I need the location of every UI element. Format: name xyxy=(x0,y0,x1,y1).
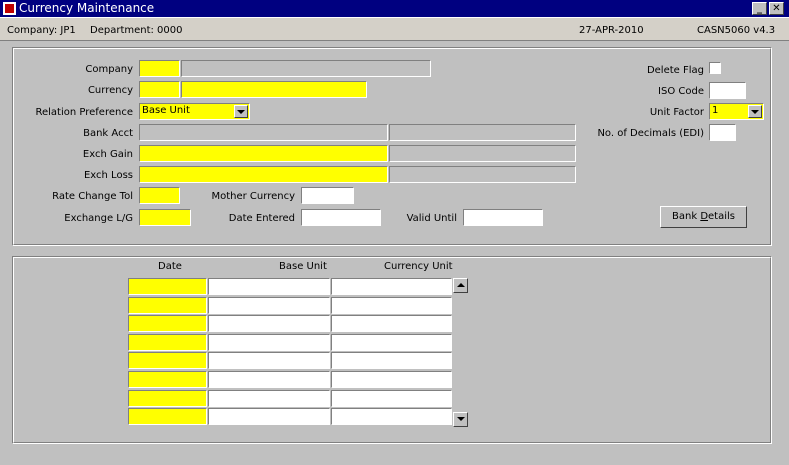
program-version: CASN5060 v4.3 xyxy=(697,25,776,36)
current-date: 27-APR-2010 xyxy=(579,25,644,36)
date-cell[interactable] xyxy=(128,352,207,370)
iso-code-label: ISO Code xyxy=(658,86,704,97)
decimals-field[interactable] xyxy=(709,124,736,141)
currency-unit-cell[interactable] xyxy=(331,389,452,407)
exch-gain-desc-field xyxy=(389,145,576,162)
exch-gain-label: Exch Gain xyxy=(82,149,133,160)
bank-acct-desc-field xyxy=(389,124,576,141)
base-unit-cell[interactable] xyxy=(208,352,330,370)
relation-preference-label: Relation Preference xyxy=(35,107,134,118)
base-unit-column-header: Base Unit xyxy=(279,261,327,272)
delete-flag-label: Delete Flag xyxy=(646,65,704,76)
minimize-button[interactable]: _ xyxy=(752,2,767,15)
currency-unit-column-header: Currency Unit xyxy=(384,261,453,272)
currency-name-field[interactable] xyxy=(181,81,367,98)
exch-gain-field[interactable] xyxy=(139,145,388,162)
date-cell[interactable] xyxy=(128,408,207,426)
minimize-icon: _ xyxy=(757,3,762,14)
relation-preference-value: Base Unit xyxy=(142,105,190,116)
date-cell[interactable] xyxy=(128,296,207,314)
window-title: Currency Maintenance xyxy=(19,1,155,15)
date-entered-label: Date Entered xyxy=(228,213,295,224)
unit-factor-select[interactable]: 1 xyxy=(709,103,764,120)
mother-currency-label: Mother Currency xyxy=(211,191,295,202)
date-cell[interactable] xyxy=(128,389,207,407)
exch-loss-label: Exch Loss xyxy=(83,170,133,181)
exchange-lg-label: Exchange L/G xyxy=(64,213,133,224)
date-column-header: Date xyxy=(158,261,182,272)
bank-acct-field xyxy=(139,124,388,141)
base-unit-cell[interactable] xyxy=(208,278,330,295)
date-cell[interactable] xyxy=(128,315,207,333)
delete-flag-checkbox[interactable] xyxy=(709,62,721,74)
title-bar: Currency Maintenance _ ✕ xyxy=(0,0,789,17)
company-label: Company xyxy=(85,64,133,75)
currency-unit-cell[interactable] xyxy=(331,352,452,370)
company-name-field xyxy=(181,60,431,77)
department-info: Department: 0000 xyxy=(90,25,183,36)
chevron-down-icon[interactable] xyxy=(748,105,762,118)
base-unit-cell[interactable] xyxy=(208,333,330,351)
currency-field[interactable] xyxy=(139,81,180,98)
exchange-lg-field[interactable] xyxy=(139,209,191,226)
company-field[interactable] xyxy=(139,60,180,77)
info-strip: Company: JP1 Department: 0000 27-APR-201… xyxy=(0,17,789,41)
exch-loss-desc-field xyxy=(389,166,576,183)
rate-change-tol-field[interactable] xyxy=(139,187,180,204)
valid-until-field[interactable] xyxy=(463,209,543,226)
unit-factor-value: 1 xyxy=(712,105,719,116)
currency-unit-cell[interactable] xyxy=(331,278,452,295)
close-icon: ✕ xyxy=(772,3,781,14)
rates-scrollbar[interactable] xyxy=(453,278,469,427)
company-info: Company: JP1 xyxy=(7,25,76,36)
bank-details-button[interactable]: Bank Details xyxy=(660,206,747,228)
scroll-down-icon[interactable] xyxy=(453,412,468,427)
currency-label: Currency xyxy=(87,85,133,96)
relation-preference-select[interactable]: Base Unit xyxy=(139,103,250,120)
rate-change-tol-label: Rate Change Tol xyxy=(52,191,133,202)
close-button[interactable]: ✕ xyxy=(769,2,784,15)
base-unit-cell[interactable] xyxy=(208,315,330,333)
decimals-label: No. of Decimals (EDI) xyxy=(597,128,704,139)
bank-acct-label: Bank Acct xyxy=(83,128,133,139)
mother-currency-field[interactable] xyxy=(301,187,354,204)
currency-unit-cell[interactable] xyxy=(331,296,452,314)
base-unit-cell[interactable] xyxy=(208,296,330,314)
unit-factor-label: Unit Factor xyxy=(649,107,704,118)
date-cell[interactable] xyxy=(128,333,207,351)
date-cell[interactable] xyxy=(128,278,207,295)
currency-unit-cell[interactable] xyxy=(331,315,452,333)
base-unit-cell[interactable] xyxy=(208,389,330,407)
currency-unit-cell[interactable] xyxy=(331,408,452,426)
currency-unit-cell[interactable] xyxy=(331,371,452,388)
date-entered-field[interactable] xyxy=(301,209,381,226)
currency-unit-cell[interactable] xyxy=(331,333,452,351)
exch-loss-field[interactable] xyxy=(139,166,388,183)
base-unit-cell[interactable] xyxy=(208,371,330,388)
valid-until-label: Valid Until xyxy=(406,213,457,224)
scroll-up-icon[interactable] xyxy=(453,278,468,293)
chevron-down-icon[interactable] xyxy=(234,105,248,118)
base-unit-cell[interactable] xyxy=(208,408,330,426)
date-cell[interactable] xyxy=(128,371,207,388)
iso-code-field[interactable] xyxy=(709,82,746,99)
app-icon[interactable] xyxy=(3,2,16,15)
